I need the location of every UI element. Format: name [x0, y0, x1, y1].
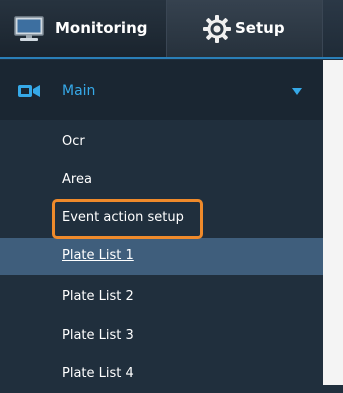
sidebar-item-label: Ocr [62, 134, 85, 149]
sidebar-item-plate-list-2[interactable]: Plate List 2 [0, 279, 323, 316]
sidebar-item-plate-list-1[interactable]: Plate List 1 [0, 238, 323, 275]
sidebar-item-label: Plate List 3 [62, 328, 134, 343]
sidebar-item-plate-list-4[interactable]: Plate List 4 [0, 356, 323, 393]
tab-setup[interactable]: Setup [167, 0, 323, 57]
sidebar-item-label: Event action setup [62, 210, 184, 225]
tab-monitoring[interactable]: Monitoring [0, 0, 167, 57]
top-navigation-bar: Monitoring Setup [0, 0, 343, 59]
sidebar-item-event-action-setup[interactable]: Event action setup [0, 200, 323, 237]
sidebar-group-label: Main [62, 83, 96, 99]
sidebar-item-label: Area [62, 172, 92, 187]
monitor-icon [14, 16, 44, 41]
monitoring-label: Monitoring [55, 19, 148, 37]
content-area-edge [323, 60, 343, 385]
sidebar-group-main[interactable]: Main [0, 60, 323, 120]
gear-icon [203, 15, 231, 43]
sidebar-item-label: Plate List 1 [62, 248, 134, 263]
sidebar-item-label: Plate List 2 [62, 289, 134, 304]
chevron-down-icon[interactable] [292, 88, 302, 95]
setup-label: Setup [235, 19, 285, 37]
sidebar-item-plate-list-3[interactable]: Plate List 3 [0, 318, 323, 355]
sidebar-item-area[interactable]: Area [0, 162, 323, 199]
sidebar-item-ocr[interactable]: Ocr [0, 124, 323, 161]
camera-icon [18, 85, 40, 97]
sidebar-item-label: Plate List 4 [62, 366, 134, 381]
